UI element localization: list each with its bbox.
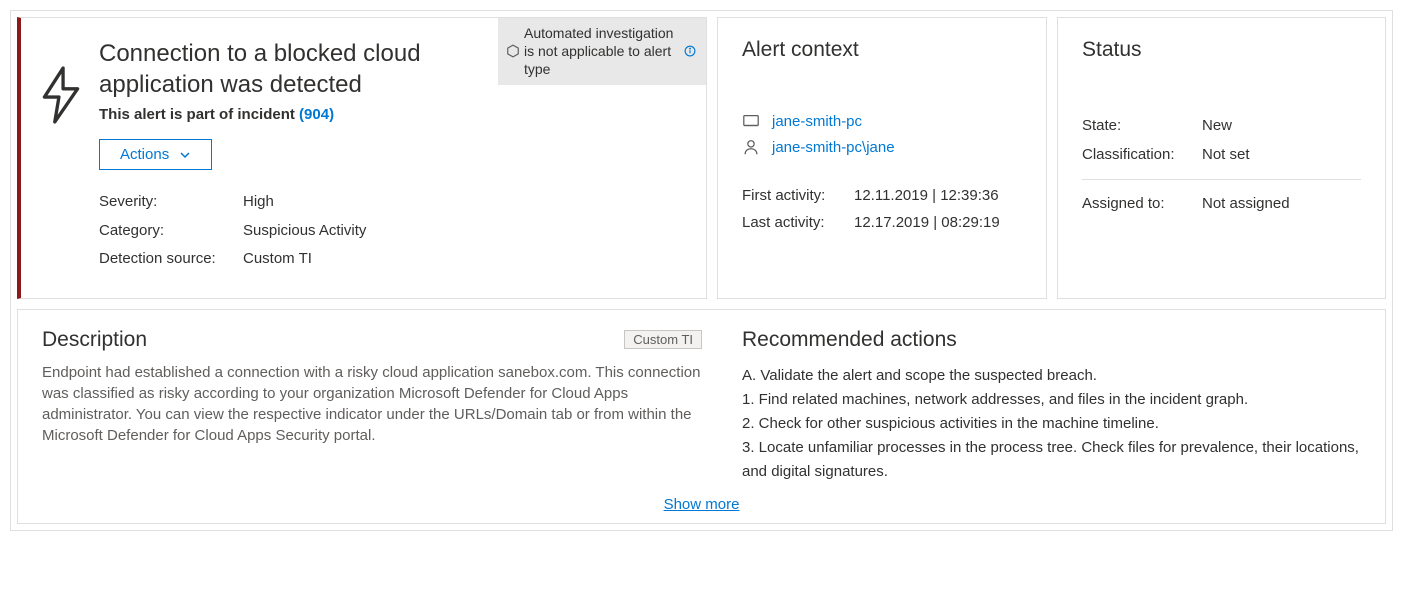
show-more-row: Show more: [42, 496, 1361, 513]
last-activity-row: Last activity: 12.17.2019 | 08:29:19: [742, 209, 1022, 236]
description-text: Endpoint had established a connection wi…: [42, 362, 702, 446]
last-activity-value: 12.17.2019 | 08:29:19: [854, 209, 1000, 236]
automated-investigation-banner: Automated investigation is not applicabl…: [498, 18, 706, 85]
context-heading: Alert context: [742, 38, 1022, 62]
severity-value: High: [243, 188, 274, 217]
first-activity-row: First activity: 12.11.2019 | 12:39:36: [742, 182, 1022, 209]
assigned-label: Assigned to:: [1082, 190, 1202, 219]
description-column: Description Custom TI Endpoint had estab…: [42, 328, 702, 484]
incident-line: This alert is part of incident (904): [99, 106, 686, 123]
top-row: Automated investigation is not applicabl…: [17, 17, 1386, 299]
banner-text: Automated investigation is not applicabl…: [524, 24, 678, 79]
alert-summary-card: Automated investigation is not applicabl…: [17, 17, 707, 299]
detection-row: Detection source: Custom TI: [99, 245, 686, 274]
incident-prefix: This alert is part of incident: [99, 106, 299, 123]
classification-row: Classification: Not set: [1082, 141, 1361, 170]
recommended-line: 3. Locate unfamiliar processes in the pr…: [742, 436, 1361, 484]
recommended-column: Recommended actions A. Validate the aler…: [742, 328, 1361, 484]
last-activity-label: Last activity:: [742, 209, 854, 236]
lightning-icon: [35, 66, 87, 124]
chevron-down-icon: [179, 149, 191, 161]
custom-ti-tag: Custom TI: [624, 330, 702, 349]
detection-label: Detection source:: [99, 245, 243, 274]
first-activity-value: 12.11.2019 | 12:39:36: [854, 182, 999, 209]
user-icon: [742, 138, 760, 156]
alert-context-card: Alert context jane-smith-pc jane-smith-p…: [717, 17, 1047, 299]
state-row: State: New: [1082, 112, 1361, 141]
alert-icon-column: [35, 38, 99, 274]
first-activity-label: First activity:: [742, 182, 854, 209]
device-icon: [742, 112, 760, 130]
classification-label: Classification:: [1082, 141, 1202, 170]
classification-value: Not set: [1202, 141, 1250, 170]
severity-row: Severity: High: [99, 188, 686, 217]
category-value: Suspicious Activity: [243, 217, 366, 246]
assigned-row: Assigned to: Not assigned: [1082, 190, 1361, 219]
device-link[interactable]: jane-smith-pc: [772, 113, 862, 130]
state-value: New: [1202, 112, 1232, 141]
recommended-heading: Recommended actions: [742, 328, 1361, 352]
assigned-value: Not assigned: [1202, 190, 1290, 219]
severity-label: Severity:: [99, 188, 243, 217]
category-row: Category: Suspicious Activity: [99, 217, 686, 246]
user-row: jane-smith-pc\jane: [742, 138, 1022, 156]
bottom-columns: Description Custom TI Endpoint had estab…: [42, 328, 1361, 484]
hexagon-icon: [506, 44, 520, 58]
incident-link[interactable]: (904): [299, 106, 334, 123]
recommended-line: A. Validate the alert and scope the susp…: [742, 364, 1361, 388]
status-card: Status State: New Classification: Not se…: [1057, 17, 1386, 299]
info-icon[interactable]: [684, 45, 696, 57]
actions-button[interactable]: Actions: [99, 139, 212, 170]
recommended-line: 1. Find related machines, network addres…: [742, 388, 1361, 412]
recommended-line: 2. Check for other suspicious activities…: [742, 412, 1361, 436]
user-link[interactable]: jane-smith-pc\jane: [772, 139, 895, 156]
description-heading: Description: [42, 328, 147, 352]
category-label: Category:: [99, 217, 243, 246]
detection-value: Custom TI: [243, 245, 312, 274]
alert-detail-container: Automated investigation is not applicabl…: [10, 10, 1393, 531]
device-row: jane-smith-pc: [742, 112, 1022, 130]
actions-label: Actions: [120, 146, 169, 163]
state-label: State:: [1082, 112, 1202, 141]
status-heading: Status: [1082, 38, 1361, 62]
description-recommended-card: Description Custom TI Endpoint had estab…: [17, 309, 1386, 524]
show-more-link[interactable]: Show more: [664, 496, 740, 513]
status-divider: [1082, 179, 1361, 180]
description-header-row: Description Custom TI: [42, 328, 702, 352]
